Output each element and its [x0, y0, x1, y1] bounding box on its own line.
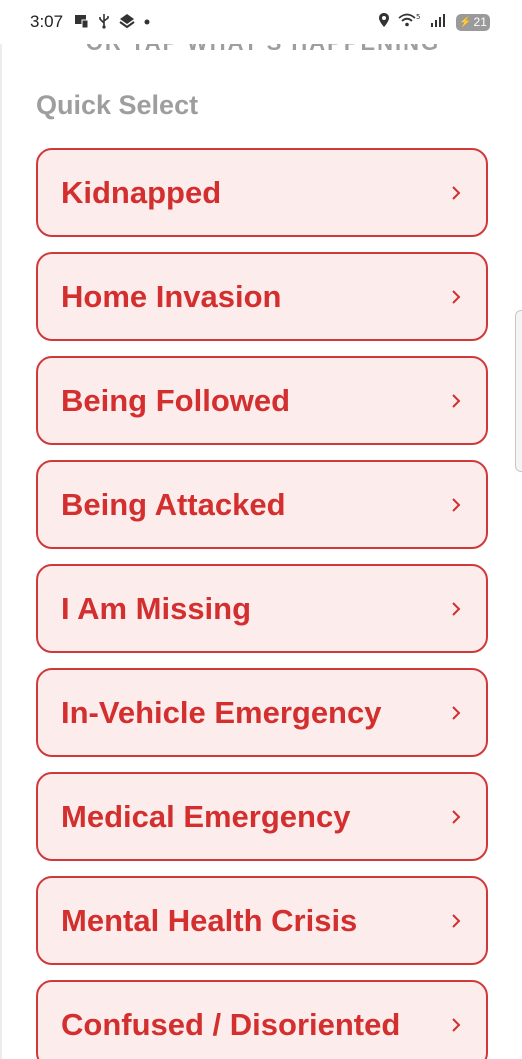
chevron-right-icon	[452, 185, 461, 200]
option-label: Being Attacked	[61, 486, 286, 522]
battery-level: 21	[473, 15, 487, 29]
screen: 3:07 5 ⚡ 21 Quick Select Kidnapped Home …	[0, 0, 522, 1059]
option-label: Being Followed	[61, 382, 291, 418]
chevron-right-icon	[452, 1017, 461, 1032]
chevron-right-icon	[452, 809, 461, 824]
quick-select-option[interactable]: Confused / Disoriented	[36, 980, 488, 1059]
usb-icon	[98, 13, 110, 33]
wifi-icon: 5	[398, 12, 422, 32]
quick-select-option[interactable]: Medical Emergency	[36, 772, 488, 861]
option-label: Mental Health Crisis	[61, 902, 358, 938]
app-icon	[118, 13, 136, 33]
scroll-indicator[interactable]	[515, 310, 522, 472]
wifi-band-label: 5	[416, 13, 420, 21]
screen-edge	[0, 0, 2, 1059]
dot-icon	[144, 13, 150, 33]
quick-select-option[interactable]: Being Followed	[36, 356, 488, 445]
chevron-right-icon	[452, 497, 461, 512]
option-label: In-Vehicle Emergency	[61, 694, 382, 730]
status-right-icons: 5 ⚡ 21	[378, 12, 490, 32]
option-label: Confused / Disoriented	[61, 1006, 401, 1042]
status-bar: 3:07 5 ⚡ 21	[0, 0, 522, 44]
location-icon	[378, 12, 390, 32]
signal-icon	[430, 12, 448, 32]
status-left-icons	[74, 13, 150, 33]
quick-select-option[interactable]: Home Invasion	[36, 252, 488, 341]
option-label: Medical Emergency	[61, 798, 351, 834]
quick-select-option[interactable]: I Am Missing	[36, 564, 488, 653]
option-label: I Am Missing	[61, 590, 252, 626]
quick-select-option[interactable]: Being Attacked	[36, 460, 488, 549]
quick-select-option[interactable]: In-Vehicle Emergency	[36, 668, 488, 757]
battery-icon: ⚡ 21	[456, 13, 490, 31]
option-label: Home Invasion	[61, 278, 282, 314]
quick-select-list: Kidnapped Home Invasion Being Followed Bein…	[36, 148, 488, 1059]
chevron-right-icon	[452, 601, 461, 616]
option-label: Kidnapped	[61, 174, 222, 210]
chevron-right-icon	[452, 393, 461, 408]
chevron-right-icon	[452, 913, 461, 928]
quick-select-option[interactable]: Kidnapped	[36, 148, 488, 237]
chevron-right-icon	[452, 705, 461, 720]
battery-bolt-icon: ⚡	[459, 16, 472, 28]
quick-select-title: Quick Select	[36, 90, 199, 120]
screen-share-icon	[74, 13, 90, 33]
status-time: 3:07	[30, 12, 64, 31]
chevron-right-icon	[452, 289, 461, 304]
quick-select-option[interactable]: Mental Health Crisis	[36, 876, 488, 965]
